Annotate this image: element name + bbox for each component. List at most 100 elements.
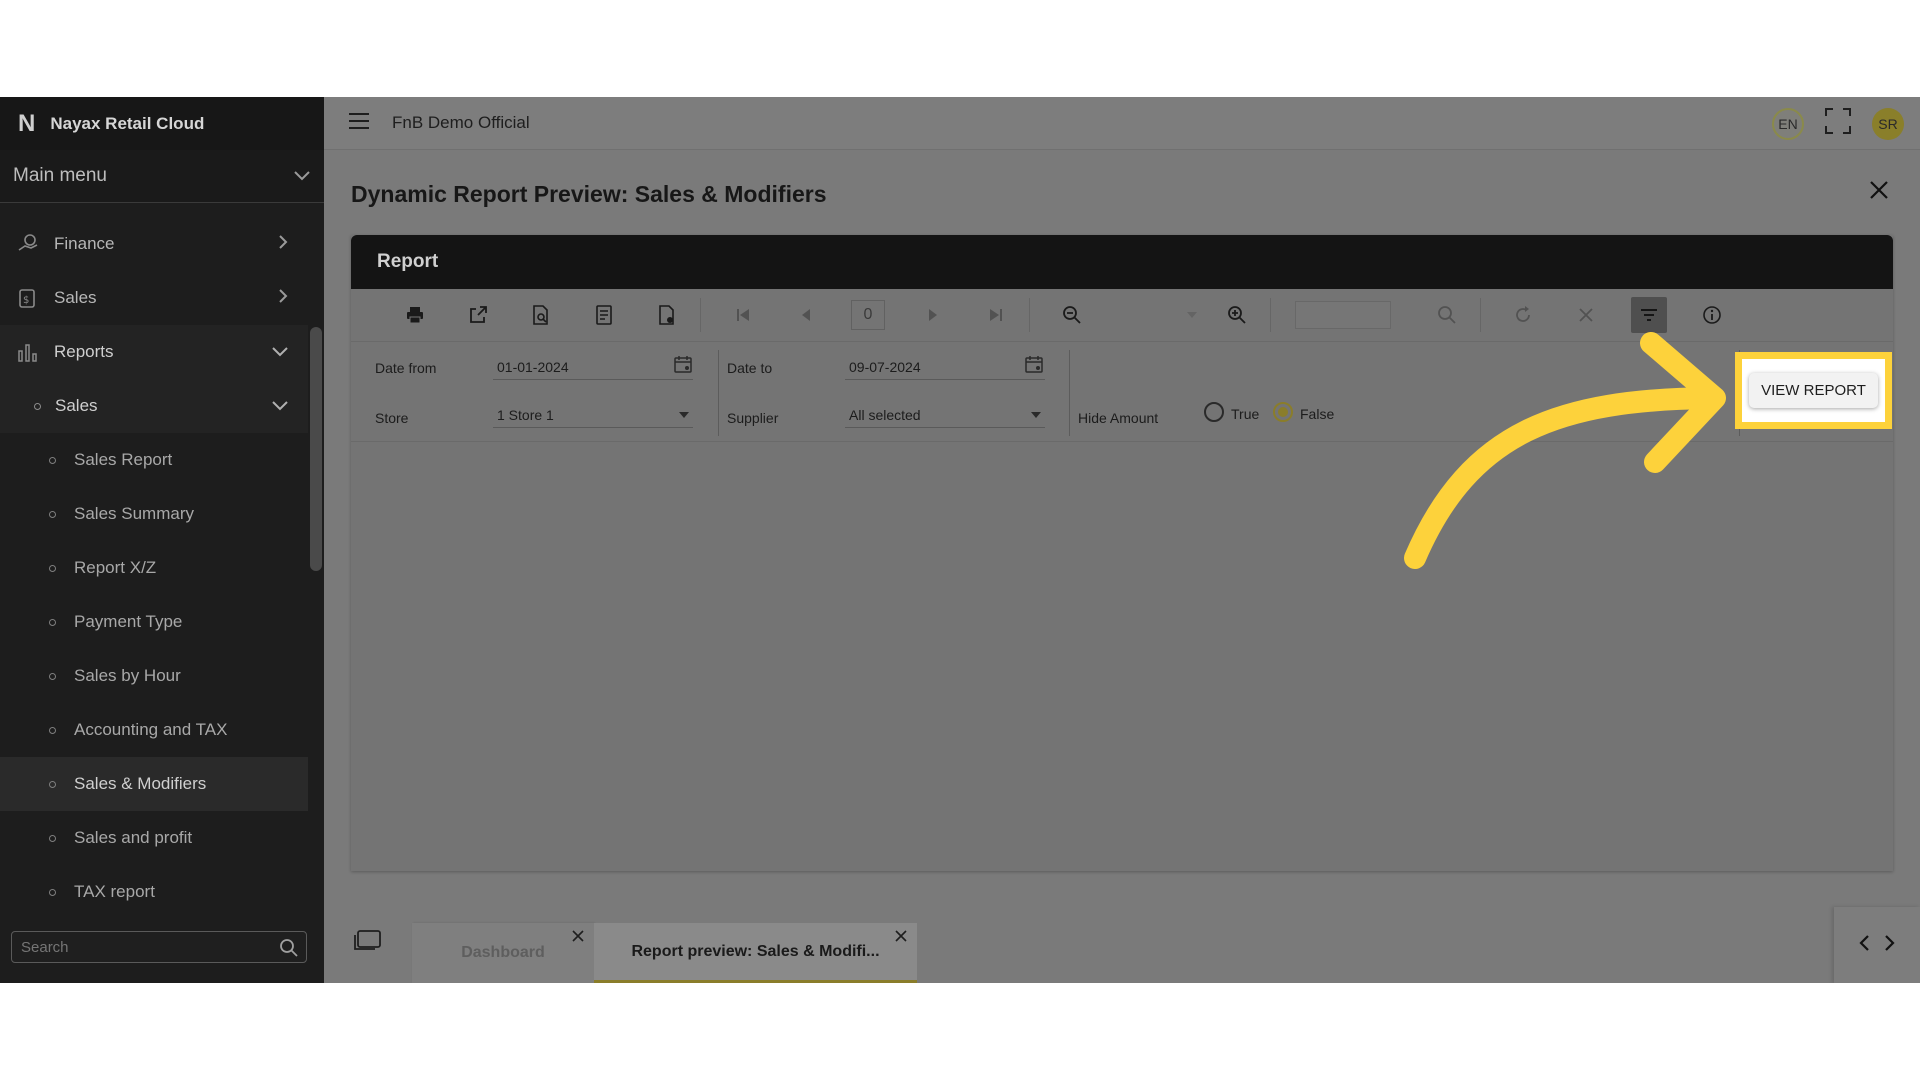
chevron-right-icon[interactable] xyxy=(1884,934,1896,957)
sales-icon: $ xyxy=(16,286,40,310)
search-input[interactable] xyxy=(21,938,271,956)
chevron-left-icon[interactable] xyxy=(1858,934,1870,957)
sidebar-scrollbar[interactable] xyxy=(310,327,322,571)
document-settings-icon[interactable] xyxy=(649,297,685,333)
refresh-icon[interactable] xyxy=(1505,297,1541,333)
sidebar-leaf-sales-profit[interactable]: Sales and profit xyxy=(0,811,308,865)
date-to-label: Date to xyxy=(727,360,773,376)
view-report-highlight: VIEW REPORT xyxy=(1735,352,1892,429)
date-to-field[interactable]: 09-07-2024 xyxy=(845,354,1045,380)
toolbar-divider xyxy=(1270,298,1271,332)
hamburger-icon[interactable] xyxy=(348,112,370,135)
calendar-icon[interactable] xyxy=(1024,354,1044,377)
svg-text:$: $ xyxy=(23,295,29,306)
info-icon[interactable] xyxy=(1694,297,1730,333)
sidebar-item-finance[interactable]: Finance xyxy=(0,217,308,271)
date-from-field[interactable]: 01-01-2024 xyxy=(493,354,693,380)
sidebar-leaf-label: Accounting and TAX xyxy=(74,720,228,739)
sidebar-subitem-sales[interactable]: Sales xyxy=(0,379,308,433)
main-menu-label: Main menu xyxy=(13,165,107,186)
sidebar-leaf-sales-summary[interactable]: Sales Summary xyxy=(0,487,308,541)
language-badge[interactable]: EN xyxy=(1772,107,1804,140)
close-icon[interactable] xyxy=(895,929,907,947)
bullet-icon xyxy=(49,510,56,518)
hide-amount-label: Hide Amount xyxy=(1078,410,1159,426)
store-value: 1 Store 1 xyxy=(497,406,554,423)
find-text-input[interactable] xyxy=(1295,301,1391,329)
calendar-icon[interactable] xyxy=(673,354,693,377)
param-divider xyxy=(1069,350,1070,436)
sidebar-leaf-label: Sales Report xyxy=(74,450,173,469)
cancel-icon[interactable] xyxy=(1568,297,1604,333)
windows-icon[interactable] xyxy=(354,929,382,956)
document-icon[interactable] xyxy=(586,297,622,333)
chevron-right-icon xyxy=(278,234,288,255)
tab-dashboard[interactable]: Dashboard xyxy=(412,923,594,983)
chevron-down-icon xyxy=(294,165,310,187)
toolbar-divider xyxy=(1480,298,1481,332)
filter-icon[interactable] xyxy=(1631,297,1667,333)
sidebar-leaf-tax-report[interactable]: TAX report xyxy=(0,865,308,919)
close-icon[interactable] xyxy=(572,929,584,947)
supplier-value: All selected xyxy=(849,406,921,423)
sidebar-leaf-report-xz[interactable]: Report X/Z xyxy=(0,541,308,595)
sidebar-item-reports[interactable]: Reports xyxy=(0,325,308,379)
store-select[interactable]: 1 Store 1 xyxy=(493,402,693,428)
export-icon[interactable] xyxy=(460,297,496,333)
radio-true-label: True xyxy=(1231,406,1260,422)
menu-list: Finance $ Sales Reports Sales Sales Repo… xyxy=(0,203,308,919)
document-search-icon[interactable] xyxy=(523,297,559,333)
sidebar-leaf-label: Report X/Z xyxy=(74,558,157,577)
date-from-value: 01-01-2024 xyxy=(497,358,569,375)
last-page-icon[interactable] xyxy=(978,297,1014,333)
chevron-down-icon xyxy=(272,342,288,362)
brand-logo: N xyxy=(18,109,35,137)
radio-true[interactable] xyxy=(1204,402,1224,422)
bullet-icon xyxy=(49,564,56,572)
find-icon[interactable] xyxy=(1429,297,1465,333)
param-divider xyxy=(718,350,719,436)
sidebar-leaf-sales-report[interactable]: Sales Report xyxy=(0,433,308,487)
toolbar-divider xyxy=(700,298,701,332)
print-icon[interactable] xyxy=(397,297,433,333)
main-area: FnB Demo Official EN SR Dynamic Report P… xyxy=(324,97,1920,983)
sidebar-leaf-label: Sales by Hour xyxy=(74,666,181,685)
zoom-out-icon[interactable] xyxy=(1054,297,1090,333)
date-to-value: 09-07-2024 xyxy=(849,358,921,375)
bullet-icon xyxy=(49,456,56,464)
sidebar-leaf-label: Sales Summary xyxy=(74,504,194,523)
user-avatar[interactable]: SR xyxy=(1872,107,1904,140)
sidebar-leaf-accounting-tax[interactable]: Accounting and TAX xyxy=(0,703,308,757)
search-icon[interactable] xyxy=(279,938,299,963)
next-page-icon[interactable] xyxy=(915,297,951,333)
toolbar-divider xyxy=(1029,298,1030,332)
close-icon[interactable] xyxy=(1868,179,1890,206)
fullscreen-icon[interactable] xyxy=(1824,107,1852,140)
zoom-select[interactable] xyxy=(1117,301,1197,329)
sidebar-leaf-sales-modifiers[interactable]: Sales & Modifiers xyxy=(0,757,308,811)
sidebar-leaf-label: TAX report xyxy=(74,882,155,901)
sidebar-item-label: Sales xyxy=(54,288,97,307)
tab-report-preview[interactable]: Report preview: Sales & Modifi... xyxy=(594,923,917,983)
report-header: Report xyxy=(351,235,1893,289)
report-panel: Report 0 Date from 01-01-2024 Date to 09… xyxy=(351,235,1893,871)
radio-false[interactable] xyxy=(1273,402,1293,422)
bottom-tabs: Dashboard Report preview: Sales & Modifi… xyxy=(324,907,1920,983)
brand-bar: N Nayax Retail Cloud xyxy=(0,97,324,150)
tab-label: Dashboard xyxy=(461,944,545,961)
page-number-input[interactable]: 0 xyxy=(851,300,885,330)
first-page-icon[interactable] xyxy=(725,297,761,333)
view-report-button[interactable]: VIEW REPORT xyxy=(1749,373,1878,408)
sidebar-item-sales[interactable]: $ Sales xyxy=(0,271,308,325)
sidebar-item-label: Reports xyxy=(54,342,114,361)
sidebar-leaf-sales-by-hour[interactable]: Sales by Hour xyxy=(0,649,308,703)
sidebar-leaf-payment-type[interactable]: Payment Type xyxy=(0,595,308,649)
main-menu-toggle[interactable]: Main menu xyxy=(0,150,324,203)
brand-name: Nayax Retail Cloud xyxy=(50,113,205,133)
zoom-in-icon[interactable] xyxy=(1219,297,1255,333)
previous-page-icon[interactable] xyxy=(788,297,824,333)
top-bar-actions: EN SR xyxy=(1772,107,1904,140)
bullet-icon xyxy=(49,834,56,842)
supplier-select[interactable]: All selected xyxy=(845,402,1045,428)
page-title: Dynamic Report Preview: Sales & Modifier… xyxy=(351,181,827,207)
